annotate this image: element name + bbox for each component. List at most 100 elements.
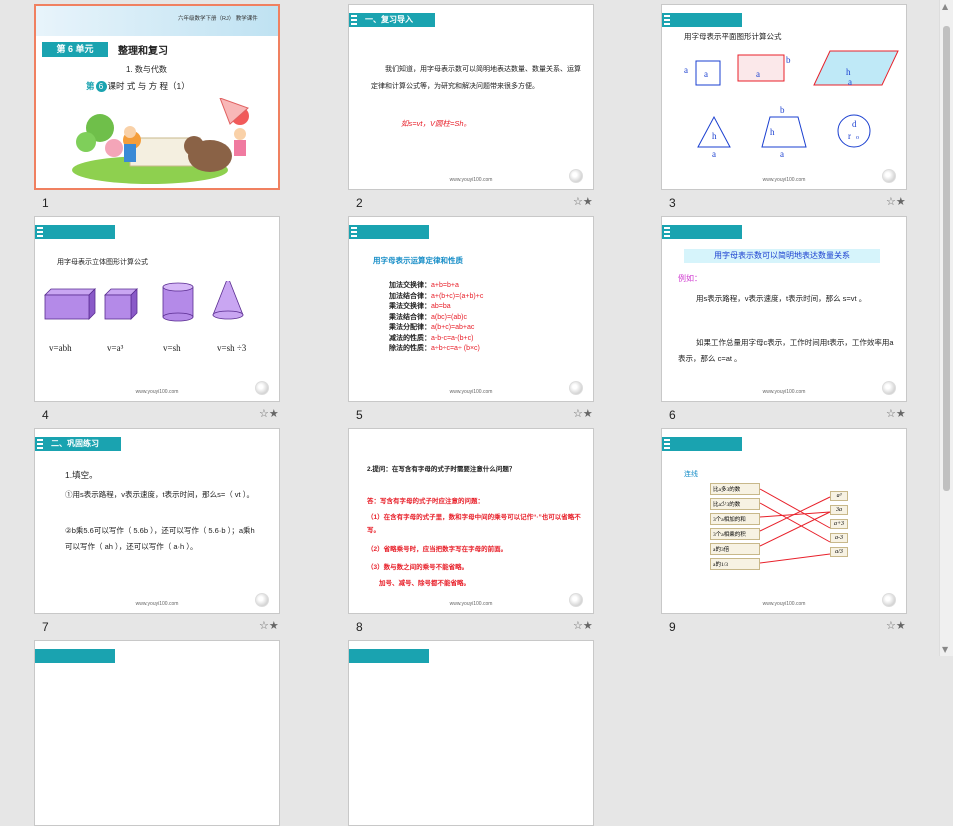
match-left-item[interactable]: a的1/3	[710, 558, 760, 570]
animation-star-icon[interactable]: ☆★	[573, 619, 593, 632]
slide-number: 4	[42, 408, 49, 422]
slide-thumb-1[interactable]: 六年级数学下册（RJ） 教学课件 第 6 单元 整理和复习 1. 数与代数 第6…	[34, 4, 280, 210]
match-left-item[interactable]: 比a多3的数	[710, 483, 760, 495]
example-line-1: 用s表示路程，v表示速度，t表示时间，那么 s=vt 。	[696, 294, 867, 303]
slide-number: 7	[42, 620, 49, 634]
law-name: 加法结合律：	[389, 292, 431, 300]
lesson-text: 课时 式 与 方 程（1）	[107, 81, 190, 91]
law-row: 加法结合律：a+(b+c)=(a+b)+c	[389, 292, 483, 303]
scroll-up-icon[interactable]: ▲	[942, 2, 948, 11]
animation-star-icon[interactable]: ☆★	[573, 407, 593, 420]
slide-thumb-6[interactable]: 用字母表示数可以简明地表达数量关系 例如： 用s表示路程，v表示速度，t表示时间…	[661, 216, 907, 422]
label-r-circle: r	[848, 131, 851, 141]
banner: 用字母表示数可以简明地表达数量关系	[684, 249, 880, 263]
label-o-circle: o	[856, 135, 859, 141]
match-right-item[interactable]: a/3	[830, 547, 848, 557]
animation-star-icon[interactable]: ☆★	[259, 407, 279, 420]
formula-cone: v=sh ÷3	[217, 343, 247, 353]
slide-title: 用字母表示运算定律和性质	[373, 256, 463, 265]
slide-corner-decoration	[882, 381, 896, 395]
answer-2: （2）省略乘号时，应当把数字写在字母的前面。	[367, 546, 508, 553]
slide-canvas	[34, 640, 280, 826]
slide-number: 1	[42, 196, 49, 210]
tag-dots	[37, 227, 45, 237]
section-tag: 二、巩固练习	[35, 437, 121, 451]
section-title: 1. 数与代数	[126, 65, 167, 74]
slide-title: 连线	[684, 471, 698, 478]
law-row: 加法交换律：a+b=b+a	[389, 281, 483, 292]
slide-canvas: 连线 比a多3的数 比a少3的数 3个a相加的和 3个a相乘的积 a的3倍 a的1/3 a…	[661, 428, 907, 614]
law-row: 减法的性质：a-b-c=a-(b+c)	[389, 334, 483, 345]
animation-star-icon[interactable]: ☆★	[259, 619, 279, 632]
unit-label: 第 6 单元	[42, 42, 108, 57]
label-b-trap: b	[780, 105, 785, 115]
unit-title: 整理和复习	[118, 46, 168, 57]
tag-dots	[37, 439, 45, 449]
footer-url: www.youyi100.com	[449, 601, 493, 607]
slide-thumb-10[interactable]	[34, 640, 280, 826]
tag-dots	[664, 15, 672, 25]
title-bar	[662, 437, 742, 451]
law-formula: a(b+c)=ab+ac	[431, 324, 475, 331]
match-left-item[interactable]: a的3倍	[710, 543, 760, 555]
law-name: 加法交换律：	[389, 282, 431, 289]
law-formula: ab=ba	[431, 303, 451, 310]
match-right-item[interactable]: a+3	[830, 519, 848, 529]
tag-dots	[351, 15, 359, 25]
law-formula: a÷b÷c=a÷ (b×c)	[431, 345, 480, 352]
slide-thumb-2[interactable]: 一、复习导入 我们知道，用字母表示数可以简明地表达数量、数量关系、运算定律和计算…	[348, 4, 594, 210]
animation-star-icon[interactable]: ☆★	[573, 195, 593, 208]
lesson-title: 第 6 课时 式 与 方 程（1）	[86, 80, 190, 92]
animation-star-icon[interactable]: ☆★	[886, 195, 906, 208]
law-formula: a(bc)=(ab)c	[431, 313, 467, 321]
match-lines	[759, 488, 831, 564]
law-row: 除法的性质：a÷b÷c=a÷ (b×c)	[389, 344, 483, 355]
section-tag: 一、复习导入	[349, 13, 435, 27]
slide-canvas: 六年级数学下册（RJ） 教学课件 第 6 单元 整理和复习 1. 数与代数 第6…	[34, 4, 280, 190]
slide-thumb-3[interactable]: 用字母表示平面图形计算公式 a a b a h a h a h b a d r …	[661, 4, 907, 210]
label-h-para: h	[846, 67, 851, 77]
example-label: 例如：	[678, 274, 702, 283]
law-formula: a+b=b+a	[431, 282, 459, 289]
animation-star-icon[interactable]: ☆★	[886, 619, 906, 632]
footer-url: www.youyi100.com	[449, 177, 493, 183]
slide-thumb-9[interactable]: 连线 比a多3的数 比a少3的数 3个a相加的和 3个a相乘的积 a的3倍 a的1/3 a…	[661, 428, 907, 634]
vertical-scrollbar[interactable]: ▲ ▼	[939, 0, 953, 656]
match-right-item[interactable]: a³	[830, 491, 848, 501]
law-name: 减法的性质：	[389, 334, 431, 342]
title-bar	[662, 225, 742, 239]
law-name: 乘法交换律：	[389, 303, 431, 310]
answer-4: 加号、减号、除号都不能省略。	[379, 580, 470, 587]
lesson-no: 6	[95, 81, 107, 92]
match-right-item[interactable]: 3a	[830, 505, 848, 515]
slide-corner-decoration	[255, 593, 269, 607]
match-left-item[interactable]: 比a少3的数	[710, 498, 760, 510]
match-left-item[interactable]: 3个a相乘的积	[710, 528, 760, 540]
footer-url: www.youyi100.com	[449, 389, 493, 395]
slide-canvas: 二、巩固练习 1.填空。 ①用s表示路程，v表示速度，t表示时间，那么s=（ v…	[34, 428, 280, 614]
footer-url: www.youyi100.com	[762, 389, 806, 395]
slide-number: 6	[669, 408, 676, 422]
scroll-down-icon[interactable]: ▼	[942, 645, 948, 654]
slide-thumb-5[interactable]: 用字母表示运算定律和性质 加法交换律：a+b=b+a 加法结合律：a+(b+c)=…	[348, 216, 594, 422]
animation-star-icon[interactable]: ☆★	[886, 407, 906, 420]
tag-dots	[664, 227, 672, 237]
match-left-item[interactable]: 3个a相加的和	[710, 513, 760, 525]
formula-cylinder: v=sh	[163, 343, 181, 353]
slide-corner-decoration	[569, 593, 583, 607]
law-formula: a+(b+c)=(a+b)+c	[431, 292, 484, 300]
slide-thumb-8[interactable]: 2.提问：在写含有字母的式子时需要注意什么问题？ 答：写含有字母的式子时应注意的…	[348, 428, 594, 634]
fill-line-1: ①用s表示路程，v表示速度，t表示时间，那么s=（ vt ）。	[65, 490, 254, 499]
match-right-item[interactable]: a-3	[830, 533, 848, 543]
slide-corner-decoration	[882, 169, 896, 183]
label-h-trap: h	[770, 127, 775, 137]
scroll-thumb[interactable]	[943, 26, 950, 491]
slide-sorter-grid: 六年级数学下册（RJ） 教学课件 第 6 单元 整理和复习 1. 数与代数 第6…	[0, 0, 940, 826]
slide-thumb-7[interactable]: 二、巩固练习 1.填空。 ①用s表示路程，v表示速度，t表示时间，那么s=（ v…	[34, 428, 280, 634]
slide-thumb-11[interactable]	[348, 640, 594, 826]
slide-thumb-4[interactable]: 用字母表示立体图形计算公式 v=abh v=a³ v=sh v=sh ÷3 ww…	[34, 216, 280, 422]
label-a-square-inner: a	[704, 69, 708, 79]
slide-canvas: 用字母表示立体图形计算公式 v=abh v=a³ v=sh v=sh ÷3 ww…	[34, 216, 280, 402]
formula-cuboid: v=abh	[49, 343, 72, 353]
match-right-column: a³ 3a a+3 a-3 a/3	[830, 491, 848, 561]
